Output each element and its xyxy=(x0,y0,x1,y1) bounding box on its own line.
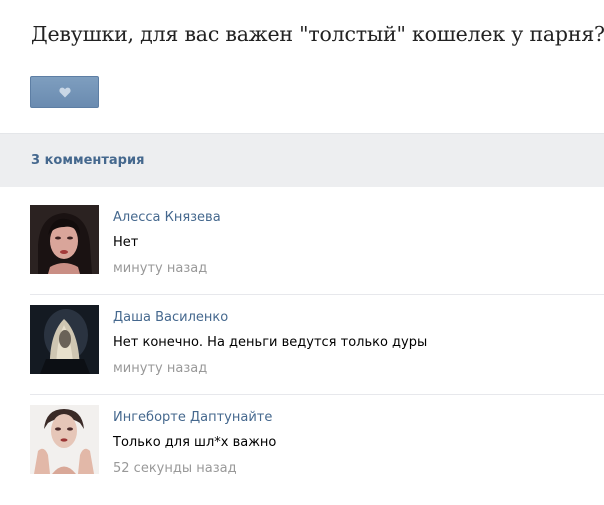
comment-item: Алесса Князева Нет минуту назад xyxy=(0,205,604,305)
avatar[interactable] xyxy=(30,405,99,474)
comments-count[interactable]: 3 комментария xyxy=(31,153,144,168)
comment-text: Нет конечно. На деньги ведутся только ду… xyxy=(113,335,428,350)
comment-time[interactable]: минуту назад xyxy=(113,261,207,276)
comment-author[interactable]: Алесса Князева xyxy=(113,210,221,225)
heart-icon xyxy=(58,87,71,97)
comment-author[interactable]: Даша Василенко xyxy=(113,310,228,325)
divider xyxy=(30,294,604,295)
comment-text: Нет xyxy=(113,235,139,250)
like-button[interactable] xyxy=(30,76,99,108)
comment-time[interactable]: минуту назад xyxy=(113,361,207,376)
avatar[interactable] xyxy=(30,305,99,374)
comment-item: Даша Василенко Нет конечно. На деньги ве… xyxy=(0,305,604,405)
divider xyxy=(30,394,604,395)
comment-text: Только для шл*х важно xyxy=(113,435,277,450)
avatar[interactable] xyxy=(30,205,99,274)
comment-item: Ингеборте Даптунайте Только для шл*х важ… xyxy=(0,405,604,505)
post-title: Девушки, для вас важен "толстый" кошелек… xyxy=(31,22,604,46)
comment-author[interactable]: Ингеборте Даптунайте xyxy=(113,410,272,425)
comments-header: 3 комментария xyxy=(0,133,604,187)
comment-time[interactable]: 52 секунды назад xyxy=(113,461,237,476)
